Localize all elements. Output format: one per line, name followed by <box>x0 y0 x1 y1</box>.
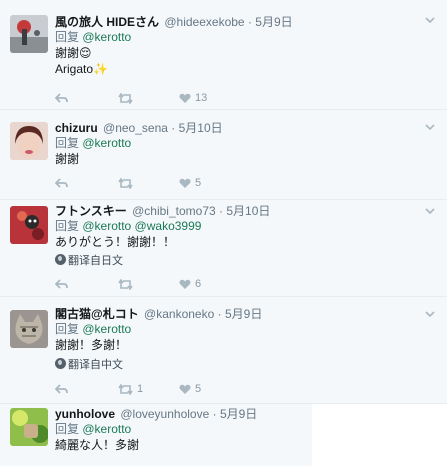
chevron-down-icon[interactable] <box>425 206 435 216</box>
mention-link[interactable]: @kerotto <box>82 422 131 436</box>
like-count: 6 <box>195 278 202 290</box>
separator: · <box>212 407 217 421</box>
reply-action[interactable] <box>55 91 68 105</box>
chevron-down-icon[interactable] <box>425 15 435 25</box>
retweet-icon <box>118 177 133 189</box>
tweet-header: chizuru @neo_sena · 5月10日 <box>55 120 417 136</box>
reply-label: 回复 <box>55 219 80 233</box>
mention-link[interactable]: @kerotto @wako3999 <box>82 219 201 233</box>
chevron-down-icon[interactable] <box>425 309 435 319</box>
timestamp[interactable]: 5月10日 <box>179 121 223 135</box>
reply-context: 回复 @kerotto <box>55 136 417 151</box>
mention-link[interactable]: @kerotto <box>82 322 131 336</box>
like-count: 5 <box>195 177 202 189</box>
reply-arrow-icon <box>55 177 68 188</box>
separator: · <box>171 121 176 135</box>
avatar[interactable] <box>10 206 48 244</box>
reply-label: 回复 <box>55 30 80 44</box>
reply-label: 回复 <box>55 136 80 150</box>
separator: · <box>247 15 252 29</box>
tweet-text-line: 謝謝😌 <box>55 46 92 60</box>
retweet-action[interactable] <box>118 277 137 291</box>
reply-context: 回复 @kerotto <box>55 30 417 45</box>
tweet[interactable]: 閣古猫@札コト @kankoneko · 5月9日 回复 @kerotto 謝謝… <box>0 297 447 404</box>
tweet-text-line: 謝謝 <box>55 152 80 166</box>
tweet[interactable]: chizuru @neo_sena · 5月10日 回复 @kerotto 謝謝… <box>0 110 447 200</box>
tweet[interactable]: 風の旅人 HIDEさん @hideexekobe · 5月9日 回复 @kero… <box>0 0 447 110</box>
tweet-text-line: 謝謝！多謝！ <box>55 338 128 352</box>
tweet[interactable]: yunholove @loveyunholove · 5月9日 回复 @kero… <box>0 404 312 466</box>
tweet-text-line: 綺麗な人！多謝 <box>55 438 140 452</box>
like-action[interactable]: 6 <box>179 277 201 291</box>
reply-context: 回复 @kerotto @wako3999 <box>55 219 417 234</box>
heart-icon <box>179 279 191 289</box>
translate-label: 翻译自日文 <box>68 255 123 267</box>
globe-icon <box>55 254 66 265</box>
reply-action[interactable] <box>55 176 68 190</box>
tweet-text-line: Arigato✨ <box>55 62 108 76</box>
timestamp[interactable]: 5月9日 <box>220 407 257 421</box>
author-name[interactable]: 風の旅人 HIDEさん <box>55 15 159 29</box>
avatar[interactable] <box>10 15 48 53</box>
reply-action[interactable] <box>55 277 68 291</box>
tweet[interactable]: フトンスキー @chibi_tomo73 · 5月10日 回复 @kerotto… <box>0 200 447 297</box>
author-handle[interactable]: @hideexekobe <box>164 15 244 29</box>
timestamp[interactable]: 5月9日 <box>225 307 262 321</box>
reply-context: 回复 @kerotto <box>55 422 282 437</box>
reply-label: 回复 <box>55 422 80 436</box>
retweet-count: 1 <box>137 383 144 395</box>
retweet-icon <box>118 278 133 290</box>
author-name[interactable]: 閣古猫@札コト <box>55 307 139 321</box>
tweet-header: yunholove @loveyunholove · 5月9日 <box>55 406 282 422</box>
avatar[interactable] <box>10 310 48 348</box>
like-count: 13 <box>195 92 208 104</box>
retweet-action[interactable] <box>118 176 137 190</box>
reply-arrow-icon <box>55 92 68 103</box>
like-action[interactable]: 5 <box>179 382 201 396</box>
tweet-header: 閣古猫@札コト @kankoneko · 5月9日 <box>55 306 417 322</box>
like-action[interactable]: 13 <box>179 91 207 105</box>
avatar[interactable] <box>10 122 48 160</box>
like-action[interactable]: 5 <box>179 176 201 190</box>
separator: · <box>217 307 222 321</box>
author-name[interactable]: chizuru <box>55 121 98 135</box>
heart-icon <box>179 384 191 394</box>
reply-label: 回复 <box>55 322 80 336</box>
timestamp[interactable]: 5月9日 <box>255 15 292 29</box>
replies-feed: 風の旅人 HIDEさん @hideexekobe · 5月9日 回复 @kero… <box>0 0 447 466</box>
globe-icon <box>55 358 66 369</box>
author-handle[interactable]: @kankoneko <box>144 307 214 321</box>
reply-arrow-icon <box>55 278 68 289</box>
author-handle[interactable]: @chibi_tomo73 <box>132 204 216 218</box>
avatar[interactable] <box>10 408 48 446</box>
heart-icon <box>179 93 191 103</box>
retweet-action[interactable] <box>118 91 137 105</box>
retweet-icon <box>118 92 133 104</box>
translate-label: 翻译自中文 <box>68 359 123 371</box>
author-handle[interactable]: @neo_sena <box>103 121 168 135</box>
tweet-header: 風の旅人 HIDEさん @hideexekobe · 5月9日 <box>55 14 417 30</box>
reply-action[interactable] <box>55 382 68 396</box>
heart-icon <box>179 178 191 188</box>
like-count: 5 <box>195 383 202 395</box>
separator: · <box>219 204 224 218</box>
author-name[interactable]: yunholove <box>55 407 115 421</box>
reply-context: 回复 @kerotto <box>55 322 417 337</box>
retweet-icon <box>118 383 133 395</box>
tweet-text-line: ありがとう！謝謝！！ <box>55 235 176 249</box>
timestamp[interactable]: 5月10日 <box>226 204 270 218</box>
mention-link[interactable]: @kerotto <box>82 30 131 44</box>
translate-link[interactable]: 翻译自中文 <box>55 357 417 373</box>
author-name[interactable]: フトンスキー <box>55 204 127 218</box>
mention-link[interactable]: @kerotto <box>82 136 131 150</box>
reply-arrow-icon <box>55 383 68 394</box>
translate-link[interactable]: 翻译自日文 <box>55 253 417 269</box>
author-handle[interactable]: @loveyunholove <box>120 407 209 421</box>
chevron-down-icon[interactable] <box>425 122 435 132</box>
retweet-action[interactable]: 1 <box>118 382 143 396</box>
tweet-header: フトンスキー @chibi_tomo73 · 5月10日 <box>55 203 417 219</box>
